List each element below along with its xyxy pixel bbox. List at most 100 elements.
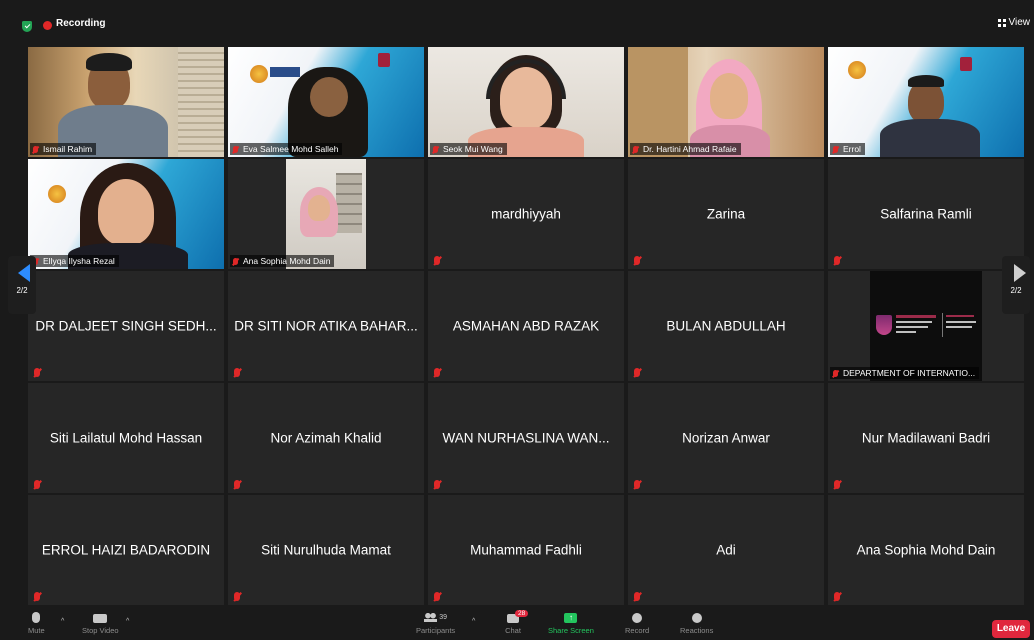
muted-mic-icon (34, 368, 40, 377)
recording-label: Recording (56, 18, 106, 29)
participant-tile[interactable]: Errol (828, 47, 1024, 157)
muted-mic-icon (834, 592, 840, 601)
reactions-button[interactable]: Reactions (680, 612, 713, 635)
participant-name-label: Ana Sophia Mohd Dain (230, 255, 335, 267)
participant-name: ERROL HAIZI BADARODIN (41, 542, 211, 558)
security-shield-icon[interactable] (22, 21, 32, 32)
muted-mic-icon (634, 480, 640, 489)
participant-tile[interactable]: Seok Mui Wang (428, 47, 624, 157)
participant-name: mardhiyyah (491, 206, 561, 222)
participant-name: DR SITI NOR ATIKA BAHAR... (234, 318, 418, 334)
arrow-left-icon (18, 264, 30, 282)
participant-tile[interactable]: Ellyqa Ilysha Rezal (28, 159, 224, 269)
next-page-button[interactable]: 2/2 (1002, 256, 1030, 314)
participant-tile[interactable]: Eva Salmee Mohd Salleh (228, 47, 424, 157)
muted-mic-icon (234, 592, 240, 601)
muted-mic-icon (833, 370, 838, 377)
participant-tile[interactable]: Zarina (628, 159, 824, 269)
participant-tile[interactable]: Nor Azimah Khalid (228, 383, 424, 493)
participant-video (28, 47, 224, 157)
participant-tile[interactable]: mardhiyyah (428, 159, 624, 269)
recording-icon (43, 21, 52, 30)
view-label: View (1008, 17, 1031, 28)
arrow-right-icon (1014, 264, 1026, 282)
video-options-caret-icon[interactable]: ^ (126, 618, 129, 625)
record-button[interactable]: Record (625, 612, 649, 635)
muted-mic-icon (633, 146, 638, 153)
participants-count: 39 (439, 614, 447, 621)
participant-name: Nur Madilawani Badri (861, 430, 991, 446)
participant-name: BULAN ABDULLAH (666, 318, 786, 334)
record-label: Record (625, 626, 650, 635)
participant-name-label: Ellyqa Ilysha Rezal (30, 255, 119, 267)
muted-mic-icon (634, 368, 640, 377)
participant-tile[interactable]: Salfarina Ramli (828, 159, 1024, 269)
participant-name-label: Dr. Hartini Ahmad Rafaie (630, 143, 741, 155)
participant-video (828, 271, 1024, 381)
muted-mic-icon (434, 592, 440, 601)
participant-tile[interactable]: Adi (628, 495, 824, 605)
share-screen-label: Share Screen (548, 626, 594, 635)
participant-tile[interactable]: Nur Madilawani Badri (828, 383, 1024, 493)
participants-button[interactable]: 39 Participants (416, 612, 455, 635)
participants-label: Participants (416, 626, 456, 635)
participant-name: Siti Nurulhuda Mamat (261, 542, 391, 558)
participant-name: Adi (716, 542, 736, 558)
muted-mic-icon (634, 256, 640, 265)
chat-label: Chat (505, 626, 521, 635)
muted-mic-icon (833, 146, 838, 153)
share-screen-icon: ↑ (564, 613, 578, 623)
muted-mic-icon (34, 592, 40, 601)
muted-mic-icon (234, 480, 240, 489)
muted-mic-icon (233, 258, 238, 265)
muted-mic-icon (634, 592, 640, 601)
participant-tile[interactable]: ··· DEPARTMENT OF INTERNATIO... (828, 271, 1024, 381)
participant-tile[interactable]: DR DALJEET SINGH SEDH... (28, 271, 224, 381)
muted-mic-icon (34, 480, 40, 489)
participant-name-label: Eva Salmee Mohd Salleh (230, 143, 343, 155)
participant-name: Siti Lailatul Mohd Hassan (49, 430, 203, 446)
participant-video (828, 47, 1024, 157)
muted-mic-icon (434, 256, 440, 265)
participant-video (228, 159, 424, 269)
muted-mic-icon (433, 146, 438, 153)
participant-name: Nor Azimah Khalid (270, 430, 382, 446)
participant-tile[interactable]: Ana Sophia Mohd Dain (228, 159, 424, 269)
participant-tile[interactable]: Dr. Hartini Ahmad Rafaie (628, 47, 824, 157)
gallery-grid: Ismail Rahim Eva Salmee Mohd Salleh Seok… (0, 44, 1034, 610)
participant-video (628, 47, 824, 157)
participant-tile[interactable]: Siti Nurulhuda Mamat (228, 495, 424, 605)
previous-page-button[interactable]: 2/2 (8, 256, 36, 314)
leave-button[interactable]: Leave (992, 620, 1030, 638)
share-screen-button[interactable]: ↑ Share Screen (548, 612, 594, 635)
participant-video (428, 47, 624, 157)
chat-button[interactable]: 28 Chat (503, 610, 529, 635)
participant-tile[interactable]: Ana Sophia Mohd Dain (828, 495, 1024, 605)
participant-tile[interactable]: Ismail Rahim (28, 47, 224, 157)
emoji-plus-icon (691, 613, 702, 623)
view-button[interactable]: View (997, 17, 1031, 28)
participant-name: Muhammad Fadhli (470, 542, 582, 558)
stop-video-button[interactable]: Stop Video (82, 612, 119, 635)
muted-mic-icon (233, 146, 238, 153)
participant-name: DR DALJEET SINGH SEDH... (35, 318, 217, 334)
participant-tile[interactable]: DR SITI NOR ATIKA BAHAR... (228, 271, 424, 381)
participants-options-caret-icon[interactable]: ^ (472, 618, 475, 625)
participant-tile[interactable]: Siti Lailatul Mohd Hassan (28, 383, 224, 493)
mute-label: Mute (28, 626, 45, 635)
muted-mic-icon (234, 368, 240, 377)
participant-tile[interactable]: WAN NURHASLINA WAN... (428, 383, 624, 493)
participant-name: Zarina (706, 206, 746, 222)
participant-name: Salfarina Ramli (880, 206, 972, 222)
participant-tile[interactable]: ERROL HAIZI BADARODIN (28, 495, 224, 605)
participant-tile[interactable]: BULAN ABDULLAH (628, 271, 824, 381)
participant-name: Norizan Anwar (682, 430, 770, 446)
participant-tile[interactable]: Norizan Anwar (628, 383, 824, 493)
muted-mic-icon (434, 368, 440, 377)
mute-options-caret-icon[interactable]: ^ (61, 618, 64, 625)
participant-tile[interactable]: Muhammad Fadhli (428, 495, 624, 605)
muted-mic-icon (434, 480, 440, 489)
participants-icon (424, 613, 438, 622)
participant-tile[interactable]: ASMAHAN ABD RAZAK (428, 271, 624, 381)
mute-button[interactable]: Mute (28, 612, 45, 635)
